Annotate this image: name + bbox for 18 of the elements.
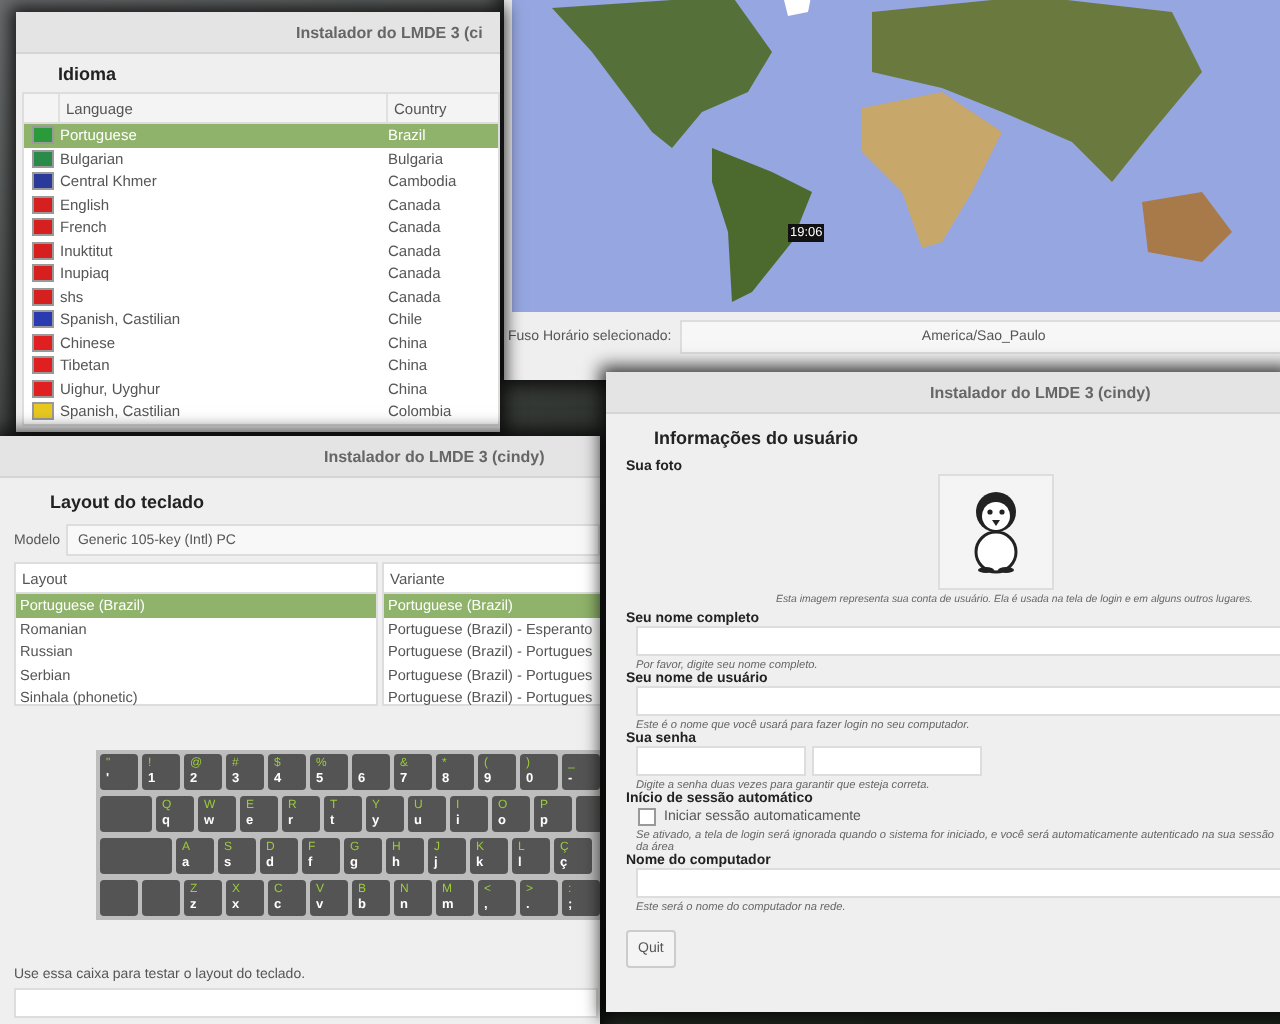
test-input-field[interactable]: [14, 988, 598, 1018]
full-name-field[interactable]: [636, 626, 1280, 656]
computer-name-field[interactable]: [636, 868, 1280, 898]
photo-button[interactable]: [938, 474, 1054, 590]
password-field[interactable]: [636, 746, 806, 776]
penguin-icon: [972, 490, 1020, 574]
keyboard-key: [100, 796, 152, 832]
keyboard-key: [142, 880, 180, 916]
window-title: Instalador do LMDE 3 (ci: [296, 23, 483, 41]
page-heading: Layout do teclado: [48, 490, 207, 516]
keyboard-key: [100, 880, 138, 916]
username-field[interactable]: [636, 686, 1280, 716]
password-confirm-field[interactable]: [812, 746, 982, 776]
window-title: Instalador do LMDE 3 (cindy): [324, 447, 545, 465]
page-heading: Idioma: [56, 62, 119, 88]
keyboard-key: [100, 838, 172, 874]
page-heading: Informações do usuário: [652, 426, 861, 452]
window-title: Instalador do LMDE 3 (cindy): [930, 383, 1151, 401]
